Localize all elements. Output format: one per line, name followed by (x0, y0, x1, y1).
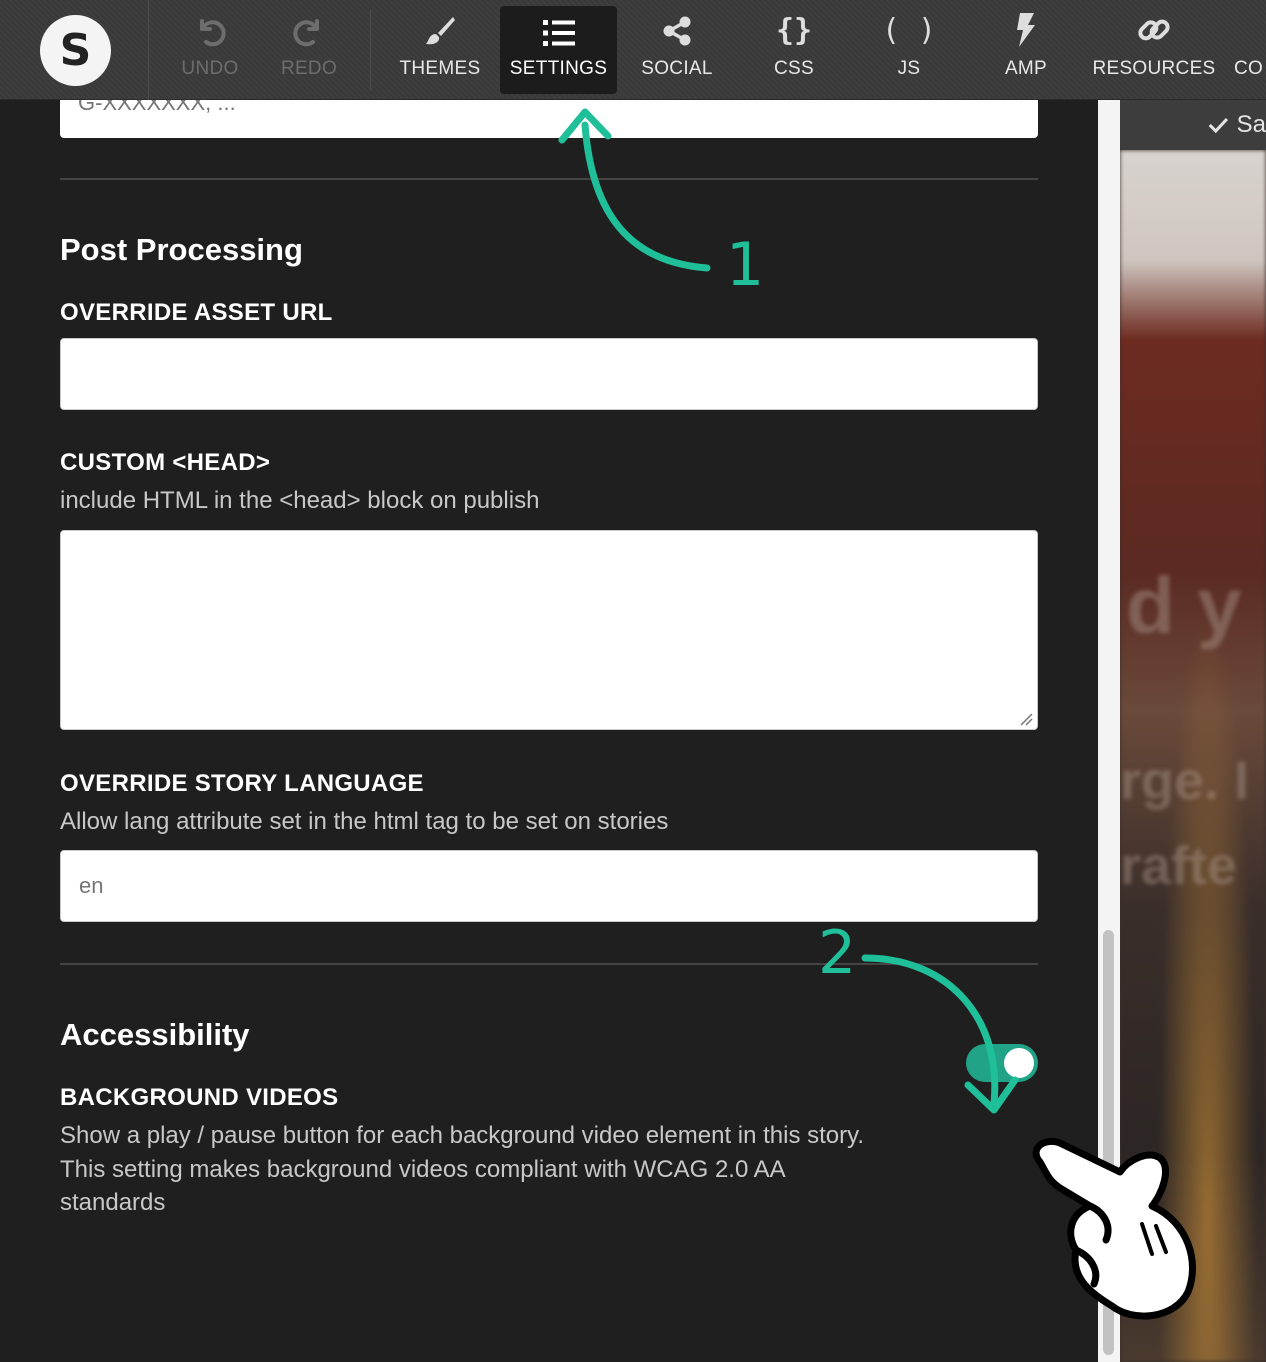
social-tab[interactable]: SOCIAL (636, 6, 718, 94)
amp-tab[interactable]: AMP (990, 6, 1062, 94)
background-videos-description-line-2: This setting makes background videos com… (60, 1156, 786, 1183)
js-label: JS (897, 58, 921, 79)
settings-label: SETTINGS (509, 58, 608, 79)
amp-label: AMP (1004, 58, 1048, 79)
undo-button[interactable]: UNDO (175, 6, 245, 94)
curly-braces-icon: {} (775, 13, 813, 48)
story-preview[interactable]: d y rge. I rafte Sa (1120, 100, 1266, 1362)
save-status-bar: Sa (1120, 100, 1266, 150)
css-label: CSS (774, 58, 814, 79)
paintbrush-icon (423, 6, 457, 52)
link-icon (1136, 6, 1172, 52)
toolbar-divider (148, 0, 149, 100)
save-status-text: Sa (1236, 111, 1266, 138)
background-videos-description-line-3: standards (60, 1189, 166, 1216)
share-icon (660, 6, 694, 52)
background-videos-description-line-1: Show a play / pause button for each back… (60, 1122, 865, 1149)
undo-icon (193, 6, 227, 52)
preview-text: d y (1126, 561, 1242, 650)
undo-label: UNDO (181, 58, 239, 79)
panel-scrollbar-thumb[interactable] (1103, 930, 1114, 1355)
top-toolbar: S UNDO REDO THEMES SETTINGS SOCIAL {} CS… (0, 0, 1266, 100)
resources-label: RESOURCES (1092, 58, 1216, 79)
toolbar-divider (370, 10, 371, 90)
social-label: SOCIAL (641, 58, 713, 79)
override-asset-url-input[interactable] (60, 338, 1038, 410)
css-tab[interactable]: {} CSS (758, 6, 830, 94)
step-2-number: 2 (818, 918, 857, 988)
override-language-description: Allow lang attribute set in the html tag… (60, 808, 669, 835)
cut-off-tab-label: CO (1234, 58, 1264, 79)
section-divider (60, 963, 1038, 965)
cut-off-tab[interactable]: CO (1234, 6, 1266, 94)
background-videos-label: BACKGROUND VIDEOS (60, 1084, 339, 1111)
preview-text: rge. I (1120, 751, 1250, 811)
custom-head-label: CUSTOM <HEAD> (60, 449, 271, 476)
themes-label: THEMES (399, 58, 481, 79)
override-language-input[interactable] (60, 850, 1038, 922)
custom-head-description: include HTML in the <head> block on publ… (60, 487, 540, 514)
override-asset-url-label: OVERRIDE ASSET URL (60, 299, 333, 326)
post-processing-heading: Post Processing (60, 232, 303, 267)
js-tab[interactable]: ( ) JS (874, 6, 944, 94)
themes-tab[interactable]: THEMES (396, 6, 484, 94)
preview-text: rafte (1120, 836, 1238, 896)
redo-button[interactable]: REDO (276, 6, 342, 94)
redo-icon (292, 6, 326, 52)
lightning-bolt-icon (1013, 6, 1039, 52)
resize-handle-icon[interactable] (1018, 711, 1034, 727)
accessibility-heading: Accessibility (60, 1017, 250, 1052)
parentheses-icon: ( ) (881, 13, 937, 48)
toggle-knob (1004, 1048, 1034, 1078)
section-divider (60, 178, 1038, 180)
redo-label: REDO (280, 58, 338, 79)
checkmark-icon (1208, 117, 1229, 134)
app-logo[interactable]: S (40, 15, 111, 86)
override-language-label: OVERRIDE STORY LANGUAGE (60, 770, 424, 797)
analytics-id-input[interactable] (60, 100, 1038, 138)
settings-panel: Post Processing OVERRIDE ASSET URL CUSTO… (0, 100, 1098, 1362)
step-1-number: 1 (726, 230, 765, 300)
background-videos-toggle[interactable] (966, 1044, 1038, 1082)
resources-tab[interactable]: RESOURCES (1092, 6, 1216, 94)
settings-tab[interactable]: SETTINGS (500, 6, 617, 94)
list-icon (541, 6, 577, 52)
custom-head-textarea[interactable] (60, 530, 1038, 730)
